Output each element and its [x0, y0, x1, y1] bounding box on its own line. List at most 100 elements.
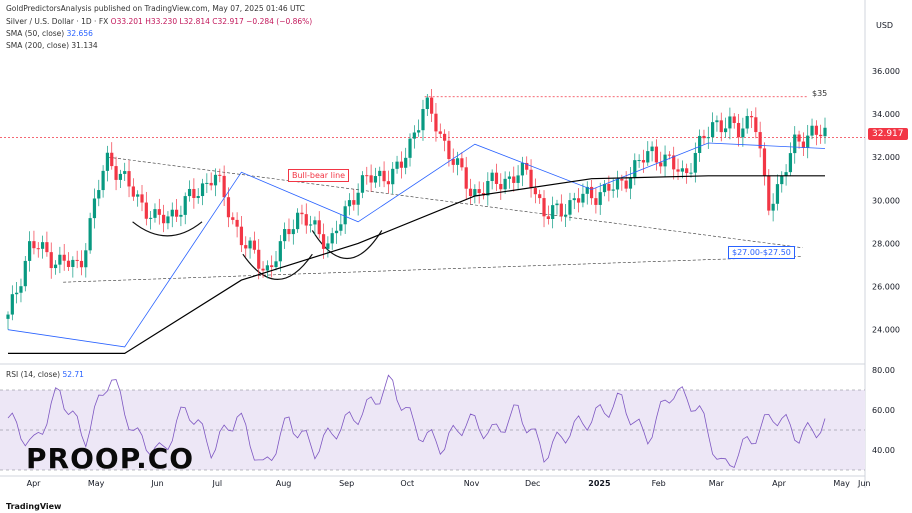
candle-body	[196, 196, 200, 198]
candle	[352, 189, 356, 211]
candle-body	[412, 132, 416, 139]
y-tick-label: 34.000	[872, 110, 900, 119]
brand-logo: PROOP.CO	[26, 442, 195, 475]
candle-body	[633, 160, 637, 178]
candle-body	[213, 174, 218, 186]
candle	[66, 252, 71, 271]
candle-body	[326, 243, 330, 249]
y-tick-label: 28.000	[872, 239, 900, 248]
candle-body	[421, 109, 425, 131]
candle	[131, 178, 135, 201]
candle-body	[252, 240, 256, 250]
candle-body	[149, 217, 153, 219]
candle-body	[516, 175, 520, 183]
candle-body	[287, 229, 291, 235]
candle	[788, 142, 793, 177]
candle-body	[771, 203, 775, 211]
candle	[711, 112, 715, 143]
rsi-value: 52.71	[62, 370, 84, 379]
candle-body	[417, 130, 421, 133]
candle-body	[680, 168, 684, 172]
candle	[274, 250, 278, 271]
candle-body	[222, 175, 226, 198]
x-tick-label: May	[833, 479, 850, 488]
candle	[10, 285, 14, 321]
x-tick-label: Mar	[709, 479, 725, 488]
candle	[741, 117, 745, 147]
candle	[564, 204, 568, 228]
candle	[615, 170, 620, 198]
candle	[637, 154, 641, 168]
candle-body	[793, 134, 797, 154]
candle	[6, 311, 10, 330]
candle	[663, 145, 667, 177]
candle	[92, 188, 97, 229]
candle	[291, 219, 295, 245]
candle-body	[564, 214, 568, 217]
candle	[101, 165, 105, 198]
rsi-tick-label: 80.00	[872, 366, 895, 375]
candle-body	[434, 113, 438, 132]
candle-body	[127, 171, 131, 187]
candle	[417, 119, 421, 137]
candle	[538, 189, 542, 204]
candle	[607, 175, 611, 202]
candle-body	[529, 169, 533, 189]
candle	[520, 156, 525, 187]
candle	[533, 178, 537, 204]
candle-body	[788, 153, 793, 173]
candle	[430, 88, 434, 122]
candle	[110, 142, 114, 170]
candle-body	[261, 268, 265, 271]
candle	[360, 171, 365, 199]
candle-body	[66, 260, 71, 267]
candle-body	[218, 174, 222, 176]
candle	[572, 192, 576, 210]
candle-body	[62, 254, 66, 261]
candle-body	[451, 158, 455, 165]
candle-body	[274, 261, 278, 268]
candle	[28, 231, 32, 272]
candle	[438, 123, 442, 138]
candle	[183, 192, 187, 225]
candle-body	[814, 125, 818, 135]
candle	[347, 193, 352, 216]
candle-body	[123, 171, 127, 174]
candle-body	[628, 177, 633, 189]
candle-body	[265, 265, 269, 271]
candle	[174, 199, 179, 222]
candle	[23, 256, 27, 292]
candle	[244, 236, 248, 257]
candle	[209, 172, 213, 191]
candle-body	[399, 161, 403, 168]
x-tick-label: Apr	[772, 479, 787, 488]
candle-body	[775, 184, 780, 204]
candle-body	[313, 220, 317, 225]
candle-body	[745, 116, 749, 129]
candle-body	[321, 234, 326, 249]
candle-body	[464, 167, 468, 189]
candle	[754, 107, 758, 139]
candle	[149, 211, 153, 230]
candle	[451, 148, 455, 173]
candle-body	[373, 176, 378, 183]
candle-body	[23, 260, 27, 287]
candle	[278, 235, 282, 272]
candle-body	[689, 172, 693, 174]
candle	[356, 183, 360, 216]
candle-body	[386, 181, 391, 185]
y-tick-label: 24.000	[872, 326, 900, 335]
candle	[780, 171, 784, 193]
candle-body	[6, 314, 10, 319]
candle-body	[538, 194, 542, 199]
candle-body	[659, 162, 663, 167]
candle-body	[105, 152, 110, 171]
candle	[287, 218, 291, 242]
candle-body	[546, 216, 550, 220]
candle	[784, 164, 788, 186]
candle	[369, 164, 373, 192]
candle	[317, 211, 321, 239]
candle-body	[719, 120, 723, 133]
candle	[602, 180, 607, 197]
candle	[235, 212, 239, 238]
